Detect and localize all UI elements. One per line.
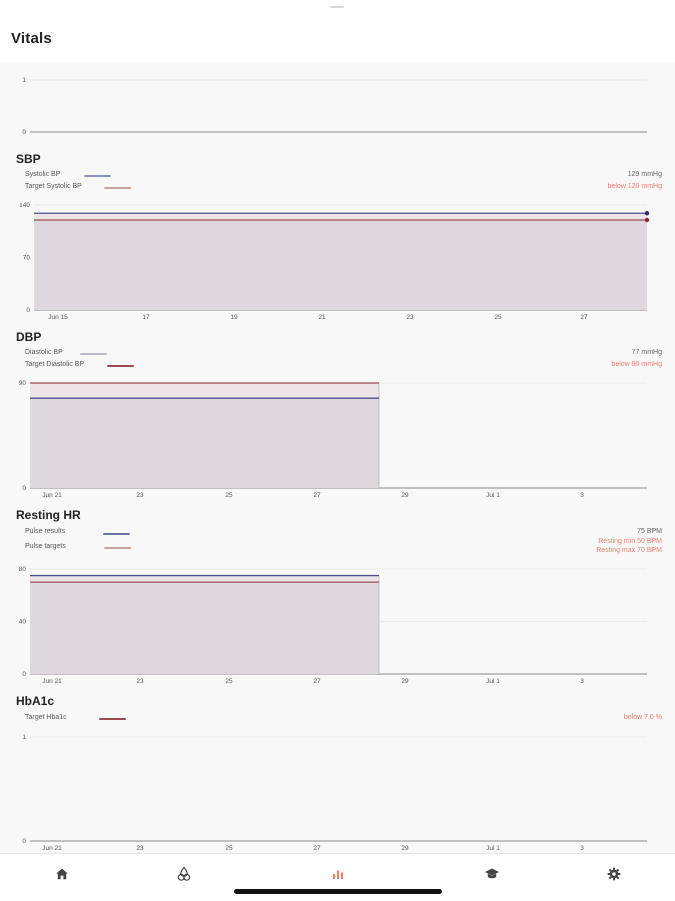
hr-target-min: Resting min 50 BPM xyxy=(598,538,662,545)
nav-education[interactable] xyxy=(482,864,502,884)
legend-label-diastolic: Diastolic BP xyxy=(25,349,63,356)
legend-label-pulse-targets: Pulse targets xyxy=(25,543,66,550)
y-tick-label: 0 xyxy=(22,129,26,136)
legend-swatch-pulse-results xyxy=(103,533,130,535)
x-tick-label: Jun 21 xyxy=(42,678,62,685)
x-tick-label: 29 xyxy=(401,492,409,499)
x-tick-label: 17 xyxy=(142,314,150,321)
legend-label-pulse-results: Pulse results xyxy=(25,528,66,535)
y-tick-label: 1 xyxy=(22,77,26,84)
y-tick-label: 0 xyxy=(22,838,26,845)
x-tick-label: 3 xyxy=(580,492,584,499)
empty-chart: 10 xyxy=(22,77,647,136)
y-tick-label: 40 xyxy=(19,619,27,626)
area-band xyxy=(30,575,379,583)
x-tick-label: Jul 1 xyxy=(486,492,500,499)
drops-icon xyxy=(177,866,191,881)
x-tick-label: 29 xyxy=(401,678,409,685)
nav-settings[interactable] xyxy=(604,864,624,884)
target-end-dot xyxy=(644,217,650,223)
legend-swatch-target-systolic xyxy=(104,187,131,189)
measure-end-dot xyxy=(644,211,650,216)
page-title: Vitals xyxy=(11,30,52,47)
home-icon xyxy=(56,868,68,880)
sbp-title: SBP xyxy=(16,152,41,166)
hba1c-chart: 1 0 Jun 21 23 25 27 29 Jul 1 3 xyxy=(22,734,647,852)
hba1c-target-text: below 7.0 % xyxy=(623,714,662,721)
x-tick-label: Jun 21 xyxy=(42,492,62,499)
x-tick-label: Jun 15 xyxy=(48,314,68,321)
x-tick-label: 25 xyxy=(225,492,233,499)
legend-label-target-systolic: Target Systolic BP xyxy=(25,183,82,190)
area-fill xyxy=(34,220,647,310)
legend-swatch-diastolic xyxy=(80,353,107,355)
chart-icon xyxy=(333,870,343,879)
hr-chart: 80 40 0 Jun 21 23 25 27 29 Jul 1 3 xyxy=(19,566,647,685)
y-tick-label: 140 xyxy=(19,202,30,209)
dbp-title: DBP xyxy=(16,330,42,344)
nav-vitals[interactable] xyxy=(328,864,348,884)
top-bar: Vitals xyxy=(0,0,675,62)
y-tick-label: 1 xyxy=(22,734,26,741)
x-tick-label: 23 xyxy=(136,845,144,852)
x-tick-label: Jul 1 xyxy=(486,678,500,685)
legend-label-target-hba1c: Target Hba1c xyxy=(25,714,67,721)
x-tick-label: 21 xyxy=(318,314,326,321)
legend-label-systolic: Systolic BP xyxy=(25,171,61,178)
x-tick-label: 27 xyxy=(313,492,321,499)
x-tick-label: 3 xyxy=(580,845,584,852)
y-tick-label: 80 xyxy=(19,566,27,573)
x-tick-label: 3 xyxy=(580,678,584,685)
area-band xyxy=(34,213,647,220)
x-tick-label: 25 xyxy=(225,678,233,685)
area-fill xyxy=(30,398,379,488)
y-tick-label: 0 xyxy=(22,485,26,492)
legend-swatch-target-diastolic xyxy=(107,365,134,367)
hr-target-max: Resting max 70 BPM xyxy=(596,547,662,554)
y-tick-label: 90 xyxy=(19,380,27,387)
gear-icon xyxy=(607,867,621,881)
legend-label-target-diastolic: Target Diastolic BP xyxy=(25,361,85,368)
sbp-target-text: below 120 mmHg xyxy=(607,183,662,190)
home-indicator xyxy=(234,889,442,894)
hba1c-title: HbA1c xyxy=(16,694,55,708)
legend-swatch-target-hba1c xyxy=(99,718,126,720)
sbp-chart: 140 70 0 Jun 15 17 19 21 23 25 27 xyxy=(19,202,650,321)
y-tick-label: 0 xyxy=(22,671,26,678)
y-tick-label: 70 xyxy=(23,255,31,262)
dbp-current-value: 77 mmHg xyxy=(631,349,662,356)
x-tick-label: 27 xyxy=(580,314,588,321)
drag-handle xyxy=(330,6,344,8)
x-tick-label: 23 xyxy=(406,314,414,321)
area-band xyxy=(30,383,379,399)
dbp-chart: 90 0 Jun 21 23 25 27 29 Jul 1 3 xyxy=(19,380,647,499)
y-tick-label: 0 xyxy=(26,307,30,314)
legend-swatch-pulse-targets xyxy=(104,547,131,549)
education-icon xyxy=(485,868,499,879)
legend-swatch-systolic xyxy=(84,175,111,177)
area-fill xyxy=(30,582,379,674)
x-tick-label: Jun 21 xyxy=(42,845,62,852)
x-tick-label: 29 xyxy=(401,845,409,852)
nav-home[interactable] xyxy=(52,864,72,884)
hr-current-value: 75 BPM xyxy=(637,528,662,535)
x-tick-label: Jul 1 xyxy=(486,845,500,852)
dbp-target-text: below 90 mmHg xyxy=(611,361,662,368)
x-tick-label: 23 xyxy=(136,492,144,499)
x-tick-label: 25 xyxy=(494,314,502,321)
hr-title: Resting HR xyxy=(16,508,81,522)
x-tick-label: 27 xyxy=(313,845,321,852)
x-tick-label: 27 xyxy=(313,678,321,685)
x-tick-label: 19 xyxy=(230,314,238,321)
nav-measurements[interactable] xyxy=(174,864,194,884)
sbp-current-value: 129 mmHg xyxy=(627,171,662,178)
x-tick-label: 25 xyxy=(225,845,233,852)
x-tick-label: 23 xyxy=(136,678,144,685)
